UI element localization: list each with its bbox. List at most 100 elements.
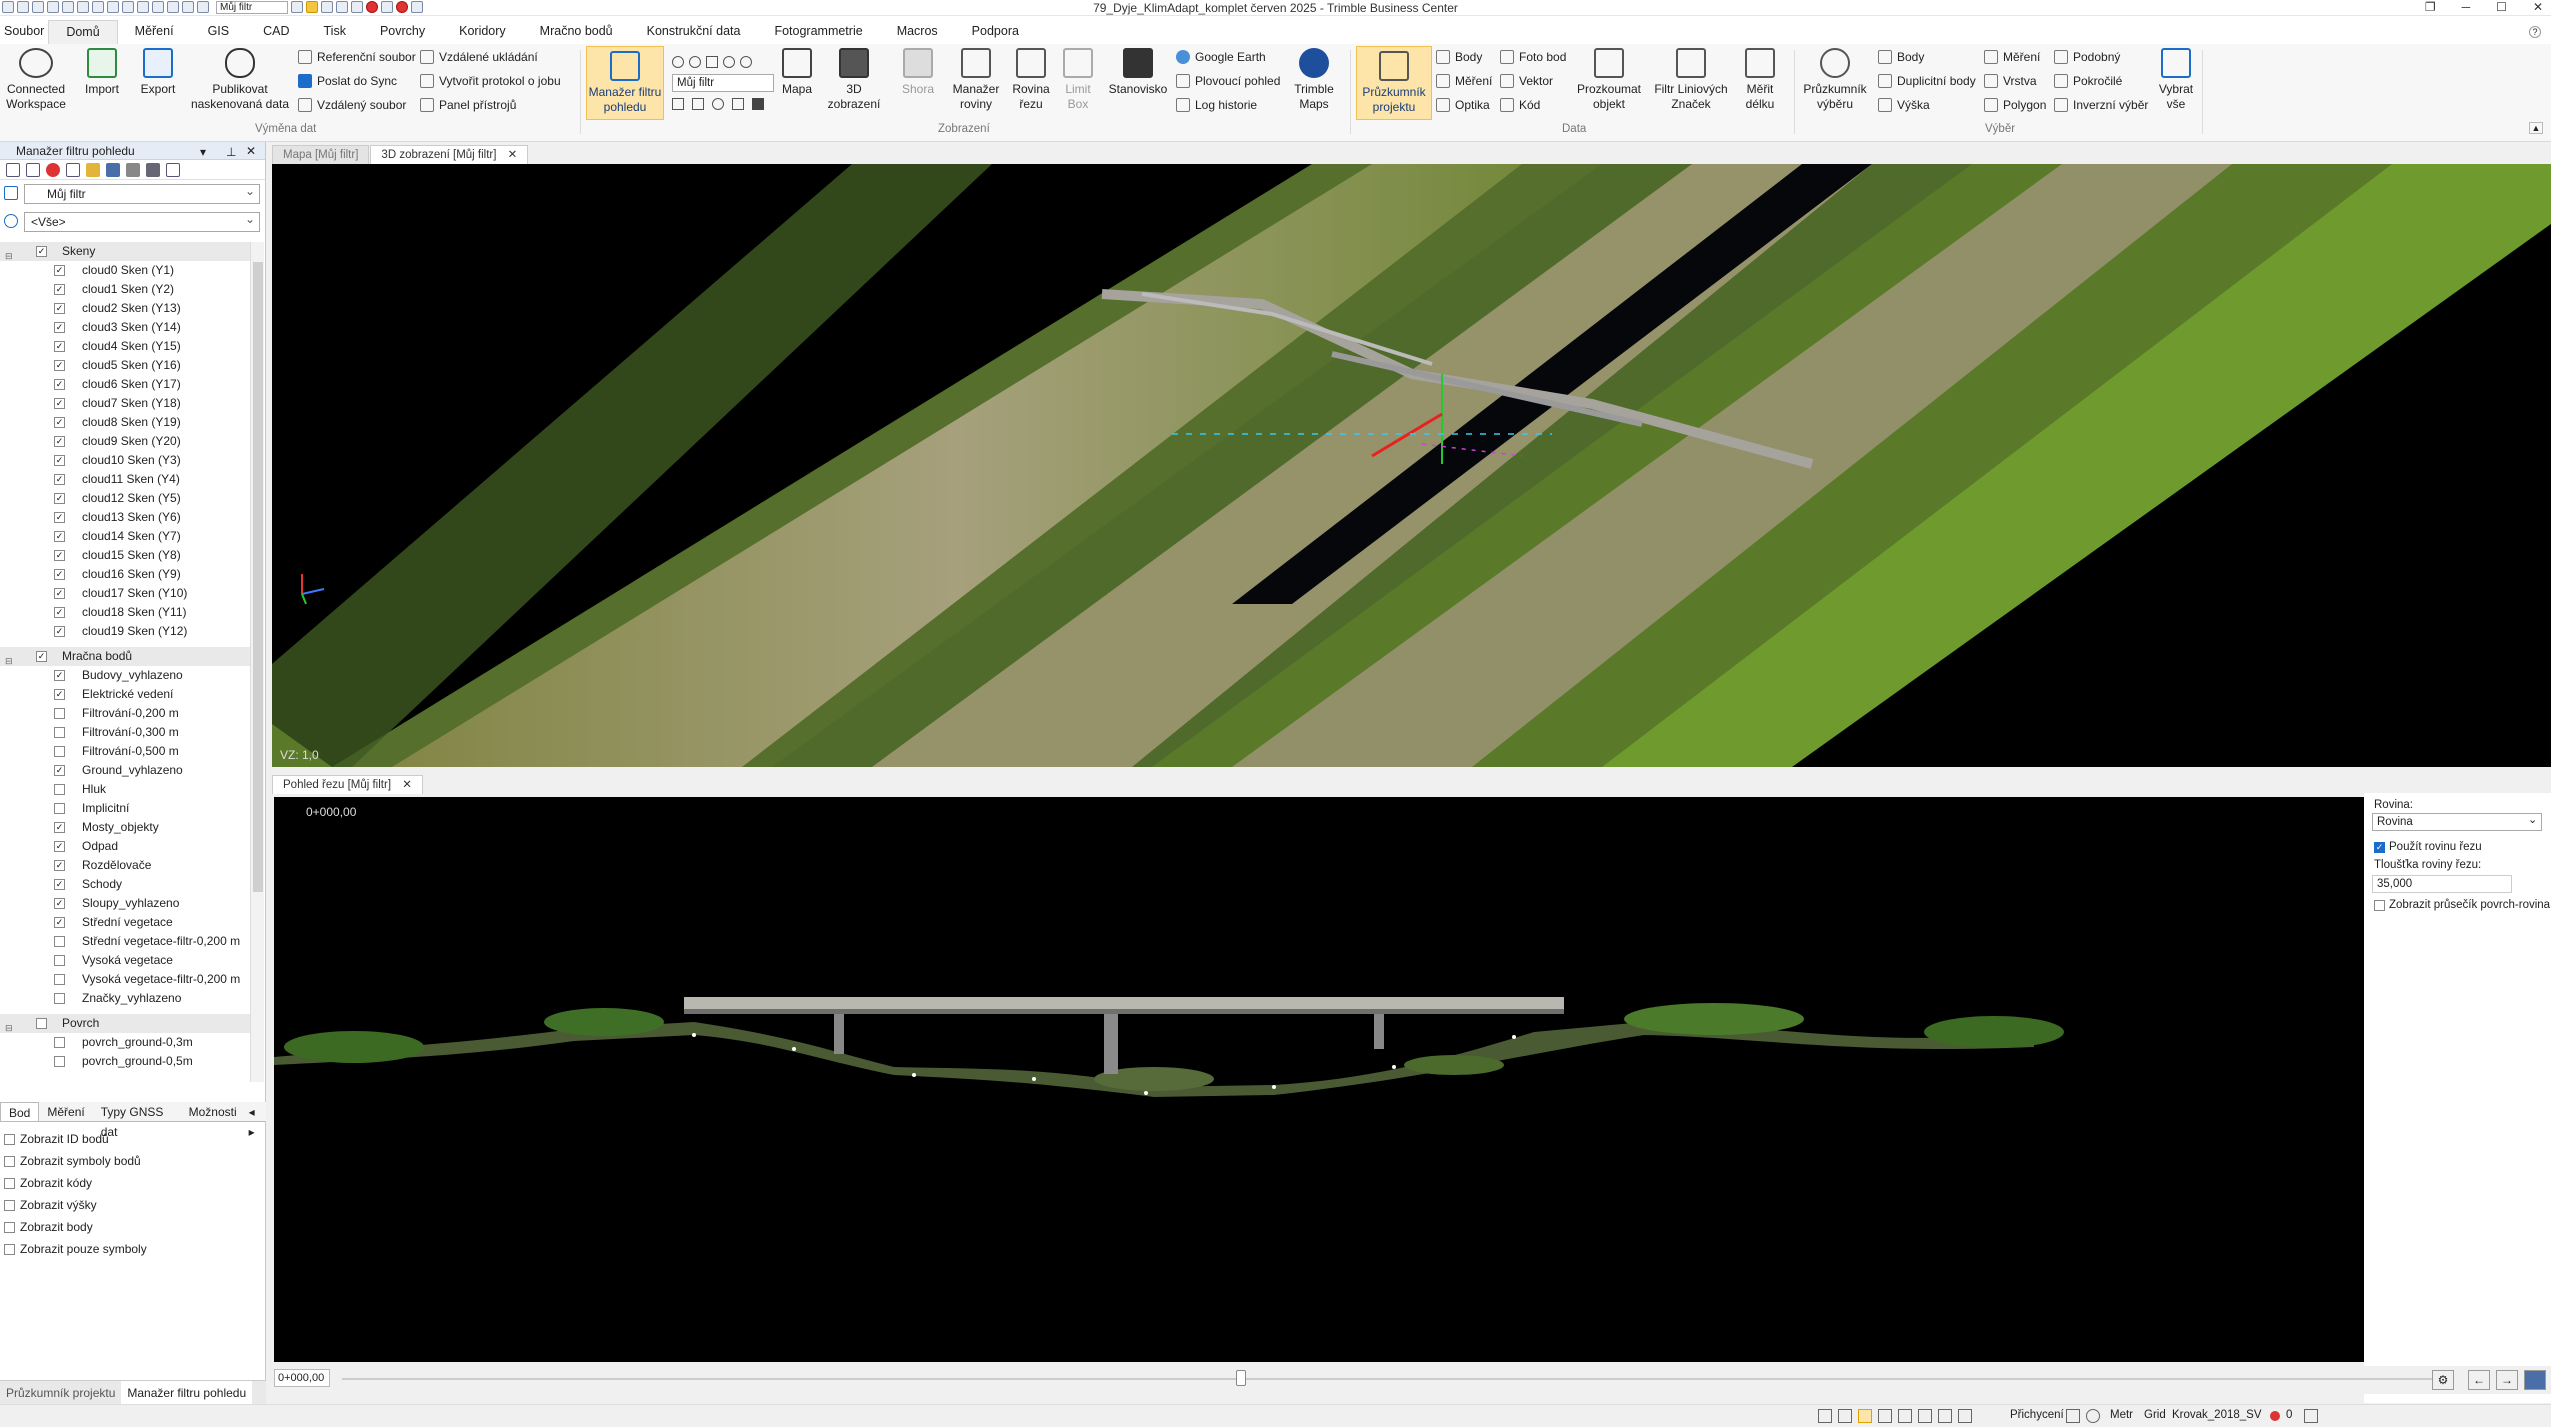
tab-3d-zobrazeni[interactable]: 3D zobrazení [Můj filtr] ✕ [370, 145, 529, 164]
layer-stack-icon[interactable] [146, 163, 160, 177]
pruzkumnik-vyberu-button[interactable]: Průzkumník výběru [1800, 48, 1870, 112]
zoom-previous-icon[interactable] [740, 56, 752, 68]
pokrocile-button[interactable]: Pokročilé [2054, 74, 2122, 88]
delete-filter-icon[interactable] [46, 163, 60, 177]
stop-view-icon[interactable] [752, 98, 764, 110]
zoom-out-icon[interactable] [689, 56, 701, 68]
item-checkbox[interactable]: ✓ [54, 398, 65, 409]
properties-icon[interactable] [166, 163, 180, 177]
select-mode-icon[interactable] [672, 98, 684, 110]
layer-yellow-icon[interactable] [86, 163, 100, 177]
pan-hand-icon[interactable] [692, 98, 704, 110]
option-zobrazit-body[interactable]: Zobrazit body [4, 1220, 93, 1234]
item-checkbox[interactable]: ✓ [54, 417, 65, 428]
item-checkbox[interactable]: ✓ [54, 379, 65, 390]
tree-item[interactable]: ✓ cloud10 Sken (Y3) [0, 451, 250, 470]
tree-item[interactable]: povrch_ground-0,5m [0, 1052, 250, 1071]
filter-select[interactable]: Můj filtr [24, 182, 260, 204]
option-zobrazit-symboly-bodu[interactable]: Zobrazit symboly bodů [4, 1154, 141, 1168]
menu-cad[interactable]: CAD [246, 20, 306, 44]
next-station-icon[interactable]: → [2496, 1370, 2518, 1390]
restore-icon[interactable]: ❐ [2425, 0, 2436, 14]
checkbox[interactable] [4, 1155, 15, 1167]
pruzkumnik-projektu-button[interactable]: Průzkumník projektu [1356, 46, 1432, 120]
tabs-scroll-icon[interactable]: ◂ ▸ [245, 1102, 266, 1139]
tree-item[interactable]: ✓ cloud3 Sken (Y14) [0, 318, 250, 337]
item-checkbox[interactable] [54, 993, 65, 1004]
tree-item[interactable]: Vysoká vegetace [0, 951, 250, 970]
tree-item[interactable]: Vysoká vegetace-filtr-0,200 m [0, 970, 250, 989]
item-checkbox[interactable]: ✓ [54, 822, 65, 833]
menu-gis[interactable]: GIS [191, 20, 247, 44]
tree-item[interactable]: ✓ cloud11 Sken (Y4) [0, 470, 250, 489]
snap-line-icon[interactable] [1958, 1409, 1972, 1423]
kod-button[interactable]: Kód [1500, 98, 1540, 112]
tree-item[interactable]: ✓ cloud16 Sken (Y9) [0, 565, 250, 584]
pointer-icon[interactable] [732, 98, 744, 110]
zobrazit-prusecik-option[interactable]: Zobrazit průsečík povrch-rovina [2374, 899, 2550, 911]
item-checkbox[interactable]: ✓ [54, 436, 65, 447]
zoom-extents-icon[interactable] [706, 56, 718, 68]
stanovisko-button[interactable]: Stanovisko [1106, 48, 1170, 97]
tree-item[interactable]: ✓ cloud12 Sken (Y5) [0, 489, 250, 508]
item-checkbox[interactable] [54, 708, 65, 719]
snap-perpendicular-icon[interactable] [1898, 1409, 1912, 1423]
device-icon[interactable] [2304, 1409, 2318, 1423]
item-checkbox[interactable]: ✓ [54, 607, 65, 618]
option-zobrazit-id-bodu[interactable]: Zobrazit ID bodů [4, 1132, 109, 1146]
prusecik-checkbox[interactable] [2374, 899, 2385, 911]
zoom-in-icon[interactable] [672, 56, 684, 68]
merit-delku-button[interactable]: Měřit délku [1740, 48, 1780, 112]
tree-item[interactable]: ✓ Budovy_vyhlazeno [0, 666, 250, 685]
snap-intersection-icon[interactable] [1878, 1409, 1892, 1423]
tree-item[interactable]: ✓ cloud19 Sken (Y12) [0, 622, 250, 641]
item-checkbox[interactable]: ✓ [54, 879, 65, 890]
tree-item[interactable]: ✓ cloud9 Sken (Y20) [0, 432, 250, 451]
tree-item[interactable]: Filtrování-0,300 m [0, 723, 250, 742]
poslat-do-sync-button[interactable]: Poslat do Sync [298, 74, 397, 88]
tree-item[interactable]: ✓ cloud17 Sken (Y10) [0, 584, 250, 603]
foto-bod-button[interactable]: Foto bod [1500, 50, 1566, 64]
item-checkbox[interactable]: ✓ [54, 860, 65, 871]
tree-item[interactable]: ✓ cloud1 Sken (Y2) [0, 280, 250, 299]
item-checkbox[interactable] [54, 784, 65, 795]
tab-moznosti[interactable]: Možnosti [181, 1102, 245, 1121]
crs-label[interactable]: Krovak_2018_SV [2172, 1409, 2262, 1421]
item-checkbox[interactable] [54, 974, 65, 985]
close-tab-icon[interactable]: ✕ [508, 149, 518, 161]
pin-icon[interactable]: ⊥ [226, 143, 236, 161]
import-button[interactable]: Import [80, 48, 124, 97]
item-checkbox[interactable]: ✓ [54, 898, 65, 909]
tree-item[interactable]: ✓ Střední vegetace [0, 913, 250, 932]
vyber-body-button[interactable]: Body [1878, 50, 1924, 64]
tree-item[interactable]: povrch_ground-0,3m [0, 1033, 250, 1052]
item-checkbox[interactable] [54, 727, 65, 738]
tree-item[interactable]: ✓ cloud2 Sken (Y13) [0, 299, 250, 318]
tree-item[interactable]: ✓ cloud5 Sken (Y16) [0, 356, 250, 375]
item-checkbox[interactable] [54, 955, 65, 966]
option-zobrazit-vysky[interactable]: Zobrazit výšky [4, 1198, 97, 1212]
item-checkbox[interactable] [54, 803, 65, 814]
tree-group[interactable]: ⊟ ✓ Mračna bodů [0, 647, 250, 666]
unit-label[interactable]: Metr [2110, 1409, 2133, 1421]
tree-item[interactable]: ✓ Odpad [0, 837, 250, 856]
group-checkbox[interactable]: ✓ [36, 651, 47, 662]
snap-midpoint-icon[interactable] [1838, 1409, 1852, 1423]
snap-nearest-icon[interactable] [1858, 1409, 1872, 1423]
pouzit-rovinu-option[interactable]: ✓ Použít rovinu řezu [2374, 841, 2482, 853]
layer-gray-icon[interactable] [126, 163, 140, 177]
close-icon[interactable]: ✕ [2533, 0, 2543, 14]
tab-pohled-rezu[interactable]: Pohled řezu [Můj filtr] ✕ [272, 775, 423, 794]
tree-item[interactable]: ✓ cloud8 Sken (Y19) [0, 413, 250, 432]
snap-endpoint-icon[interactable] [1818, 1409, 1832, 1423]
station-slider-thumb[interactable] [1235, 1370, 1246, 1386]
vyska-button[interactable]: Výška [1878, 98, 1930, 112]
snap-grid-icon[interactable] [1918, 1409, 1932, 1423]
section-viewport[interactable]: 0+000,00 [274, 797, 2364, 1362]
item-checkbox[interactable]: ✓ [54, 531, 65, 542]
item-checkbox[interactable]: ✓ [54, 917, 65, 928]
body-button[interactable]: Body [1436, 50, 1482, 64]
rovina-select[interactable]: Rovina [2372, 813, 2542, 831]
vybrat-vse-button[interactable]: Vybrat vše [2156, 48, 2196, 112]
menu-domu[interactable]: Domů [48, 20, 118, 44]
